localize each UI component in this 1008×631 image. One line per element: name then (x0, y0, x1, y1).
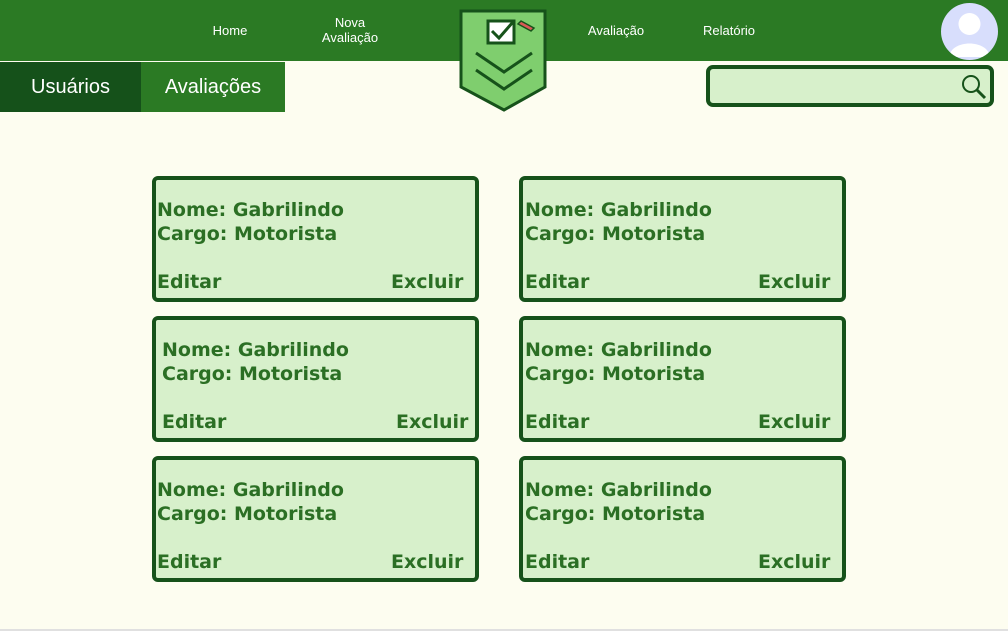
user-role: Cargo: Motorista (525, 363, 706, 385)
user-role: Cargo: Motorista (162, 363, 343, 385)
edit-link[interactable]: Editar (162, 411, 226, 433)
nav-nova-avaliacao-line1: Nova (334, 15, 366, 30)
user-card: Nome: Gabrilindo Cargo: Motorista Editar… (152, 456, 479, 582)
user-name: Nome: Gabrilindo (525, 199, 712, 221)
edit-link[interactable]: Editar (525, 411, 589, 433)
delete-link[interactable]: Excluir (391, 271, 463, 293)
user-avatar-icon[interactable] (941, 3, 998, 60)
avatar-silhouette-icon (949, 13, 990, 57)
delete-link[interactable]: Excluir (758, 271, 830, 293)
delete-link[interactable]: Excluir (758, 411, 830, 433)
user-role: Cargo: Motorista (525, 503, 706, 525)
user-role: Cargo: Motorista (157, 503, 338, 525)
delete-link[interactable]: Excluir (391, 551, 463, 573)
search-icon[interactable] (960, 73, 988, 101)
edit-link[interactable]: Editar (525, 551, 589, 573)
nav-avaliacao[interactable]: Avaliação (580, 23, 652, 38)
edit-link[interactable]: Editar (525, 271, 589, 293)
user-card: Nome: Gabrilindo Cargo: Motorista Editar… (152, 176, 479, 302)
user-role: Cargo: Motorista (525, 223, 706, 245)
nav-nova-avaliacao-line2: Avaliação (321, 30, 379, 45)
user-name: Nome: Gabrilindo (525, 339, 712, 361)
edit-link[interactable]: Editar (157, 551, 221, 573)
user-card: Nome: Gabrilindo Cargo: Motorista Editar… (519, 456, 846, 582)
delete-link[interactable]: Excluir (758, 551, 830, 573)
tab-usuarios[interactable]: Usuários (0, 62, 141, 112)
edit-link[interactable]: Editar (157, 271, 221, 293)
user-card: Nome: Gabrilindo Cargo: Motorista Editar… (519, 176, 846, 302)
user-name: Nome: Gabrilindo (157, 199, 344, 221)
tab-avaliacoes[interactable]: Avaliações (141, 62, 285, 112)
user-card: Nome: Gabrilindo Cargo: Motorista Editar… (152, 316, 479, 442)
search-input[interactable] (718, 75, 962, 99)
nav-relatorio[interactable]: Relatório (694, 23, 764, 38)
user-name: Nome: Gabrilindo (157, 479, 344, 501)
user-name: Nome: Gabrilindo (525, 479, 712, 501)
user-name: Nome: Gabrilindo (162, 339, 349, 361)
nav-nova-avaliacao[interactable]: Nova Avaliação (315, 15, 385, 45)
delete-link[interactable]: Excluir (396, 411, 468, 433)
user-role: Cargo: Motorista (157, 223, 338, 245)
user-card: Nome: Gabrilindo Cargo: Motorista Editar… (519, 316, 846, 442)
nav-home[interactable]: Home (205, 23, 255, 38)
checkbox-shield-logo[interactable] (459, 9, 549, 113)
search-box (706, 65, 994, 107)
